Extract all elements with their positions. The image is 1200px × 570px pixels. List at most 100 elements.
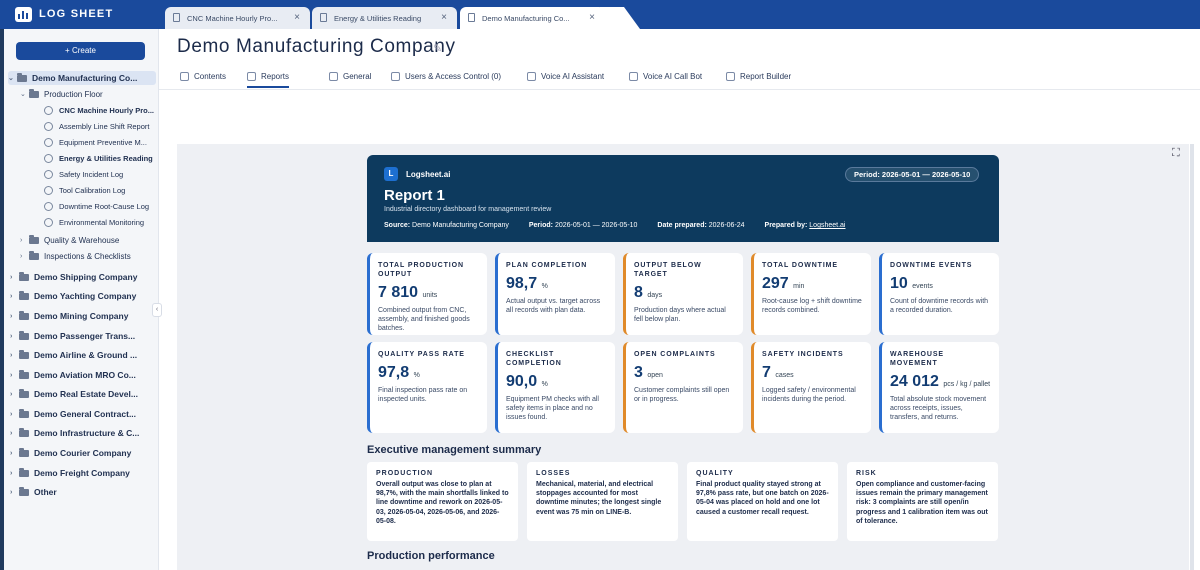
close-icon[interactable]: ×: [589, 12, 595, 23]
folder-icon: [19, 290, 29, 300]
tree-doc-cnc[interactable]: CNC Machine Hourly Pro...: [44, 103, 156, 117]
fullscreen-icon[interactable]: ⛶: [1172, 147, 1180, 160]
summary-text: Open compliance and customer-facing issu…: [856, 481, 988, 525]
kpi-title: TOTAL PRODUCTION OUTPUT: [378, 262, 464, 278]
tree-doc-equipment[interactable]: Equipment Preventive M...: [44, 135, 156, 149]
chevron-right-icon[interactable]: ›: [10, 333, 19, 340]
tree-company-general-contract[interactable]: › Demo General Contract...: [10, 407, 156, 421]
tree-company-shipping[interactable]: › Demo Shipping Company: [10, 270, 156, 284]
nav-voice-ai-call-bot[interactable]: Voice AI Call Bot: [629, 72, 702, 81]
tab-label: Energy & Utilities Reading: [334, 14, 422, 23]
kpi-description: Combined output from CNC, assembly, and …: [378, 307, 470, 332]
voice-ai-icon: [527, 72, 536, 81]
chevron-right-icon[interactable]: ›: [10, 274, 19, 281]
tab-cnc-machine[interactable]: CNC Machine Hourly Pro... ×: [165, 7, 310, 29]
nav-report-builder[interactable]: Report Builder: [726, 72, 791, 81]
tree-doc-tool[interactable]: Tool Calibration Log: [44, 183, 156, 197]
chevron-right-icon[interactable]: ›: [20, 237, 29, 244]
tree-group-production-floor[interactable]: ⌄ Production Floor: [20, 87, 156, 101]
tree-label: Demo Real Estate Devel...: [34, 389, 138, 399]
prepared-by-link[interactable]: Logsheet.ai: [809, 222, 845, 229]
tree-doc-environmental[interactable]: Environmental Monitoring: [44, 215, 156, 229]
kpi-value: 8 days: [634, 284, 735, 302]
kpi-value: 7 cases: [762, 364, 863, 382]
kpi-number: 8: [634, 284, 643, 301]
nav-users-access[interactable]: Users & Access Control (0): [391, 72, 501, 81]
chevron-right-icon[interactable]: ›: [10, 352, 19, 359]
chevron-right-icon[interactable]: ›: [10, 470, 19, 477]
chevron-right-icon[interactable]: ›: [10, 391, 19, 398]
nav-label: Voice AI Assistant: [541, 72, 605, 81]
edit-pencil-icon[interactable]: ✎: [433, 42, 442, 55]
summary-card: PRODUCTION Overall output was close to pl…: [367, 462, 518, 541]
chevron-right-icon[interactable]: ›: [10, 411, 19, 418]
tree-company-mining[interactable]: › Demo Mining Company: [10, 309, 156, 323]
nav-reports[interactable]: Reports: [247, 72, 290, 88]
create-button[interactable]: + Create: [16, 42, 145, 60]
chevron-right-icon[interactable]: ›: [10, 489, 19, 496]
tree-group-inspections[interactable]: › Inspections & Checklists: [20, 249, 156, 263]
nav-voice-ai-assistant[interactable]: Voice AI Assistant: [527, 72, 604, 81]
sidebar-collapse-handle[interactable]: ‹: [152, 303, 162, 317]
chevron-right-icon[interactable]: ›: [10, 430, 19, 437]
nav-divider: [159, 89, 1200, 90]
tree-label: Demo Freight Company: [34, 468, 130, 478]
tree-company-courier[interactable]: › Demo Courier Company: [10, 446, 156, 460]
document-icon: [44, 185, 53, 195]
kpi-value: 7 810 units: [378, 284, 479, 302]
tree-doc-energy[interactable]: Energy & Utilities Reading: [44, 151, 156, 165]
nav-label: Reports: [261, 72, 290, 81]
tree-company-passenger[interactable]: › Demo Passenger Trans...: [10, 329, 156, 343]
tree-group-quality-warehouse[interactable]: › Quality & Warehouse: [20, 233, 156, 247]
tree-company-real-estate[interactable]: › Demo Real Estate Devel...: [10, 387, 156, 401]
folder-icon: [19, 388, 29, 398]
kpi-description: Customer complaints still open or in pro…: [634, 387, 730, 403]
folder-icon: [19, 349, 29, 359]
folder-icon: [19, 447, 29, 457]
tree-other[interactable]: › Other: [10, 485, 156, 499]
chevron-right-icon[interactable]: ›: [10, 313, 19, 320]
tree-doc-safety[interactable]: Safety Incident Log: [44, 167, 156, 181]
tree-company-infrastructure[interactable]: › Demo Infrastructure & C...: [10, 426, 156, 440]
chevron-right-icon[interactable]: ›: [10, 372, 19, 379]
kpi-card: TOTAL PRODUCTION OUTPUT 7 810 units Combin…: [367, 253, 487, 335]
tree-company-manufacturing[interactable]: ⌄ Demo Manufacturing Co...: [8, 71, 156, 85]
kpi-unit: min: [793, 283, 805, 290]
tree-company-aviation[interactable]: › Demo Aviation MRO Co...: [10, 368, 156, 382]
tree-label: Energy & Utilities Reading: [59, 153, 153, 163]
app-brand[interactable]: LOG SHEET: [39, 8, 113, 20]
summary-title: RISK: [856, 470, 877, 477]
summary-title: PRODUCTION: [376, 470, 434, 477]
chevron-right-icon[interactable]: ›: [10, 450, 19, 457]
chevron-down-icon[interactable]: ⌄: [20, 90, 29, 98]
kpi-number: 24 012: [890, 373, 939, 390]
tree-company-airline[interactable]: › Demo Airline & Ground ...: [10, 348, 156, 362]
close-icon[interactable]: ×: [441, 12, 447, 23]
nav-general[interactable]: General: [329, 72, 371, 81]
tree-doc-downtime[interactable]: Downtime Root-Cause Log: [44, 199, 156, 213]
tree-company-freight[interactable]: › Demo Freight Company: [10, 466, 156, 480]
nav-label: Report Builder: [740, 72, 792, 81]
tree-doc-assembly[interactable]: Assembly Line Shift Report: [44, 119, 156, 133]
kpi-description: Actual output vs. target across all reco…: [506, 298, 601, 314]
report-document: L Logsheet.ai Period: 2026-05-01 — 2026-…: [367, 155, 999, 570]
chevron-down-icon[interactable]: ⌄: [8, 74, 17, 82]
folder-icon: [19, 330, 29, 340]
tab-energy-utilities[interactable]: Energy & Utilities Reading ×: [312, 7, 457, 29]
document-icon: [44, 105, 53, 115]
close-icon[interactable]: ×: [294, 12, 300, 23]
chevron-right-icon[interactable]: ›: [10, 293, 19, 300]
logsheet-logo-icon[interactable]: [15, 7, 32, 22]
nav-contents[interactable]: Contents: [180, 72, 226, 81]
folder-icon: [17, 72, 27, 82]
kpi-number: 90,0: [506, 373, 538, 390]
kpi-title: OUTPUT BELOW TARGET: [634, 262, 702, 278]
tab-demo-manufacturing[interactable]: Demo Manufacturing Co... ×: [460, 7, 605, 29]
settings-icon: [329, 72, 338, 81]
kpi-value: 98,7 %: [506, 275, 607, 293]
chevron-right-icon[interactable]: ›: [20, 253, 29, 260]
kpi-card: WAREHOUSE MOVEMENT 24 012 pcs / kg / pall…: [879, 342, 999, 433]
scrollbar[interactable]: [1190, 144, 1194, 570]
tree-label: Environmental Monitoring: [59, 217, 145, 227]
tree-company-yachting[interactable]: › Demo Yachting Company: [10, 289, 156, 303]
